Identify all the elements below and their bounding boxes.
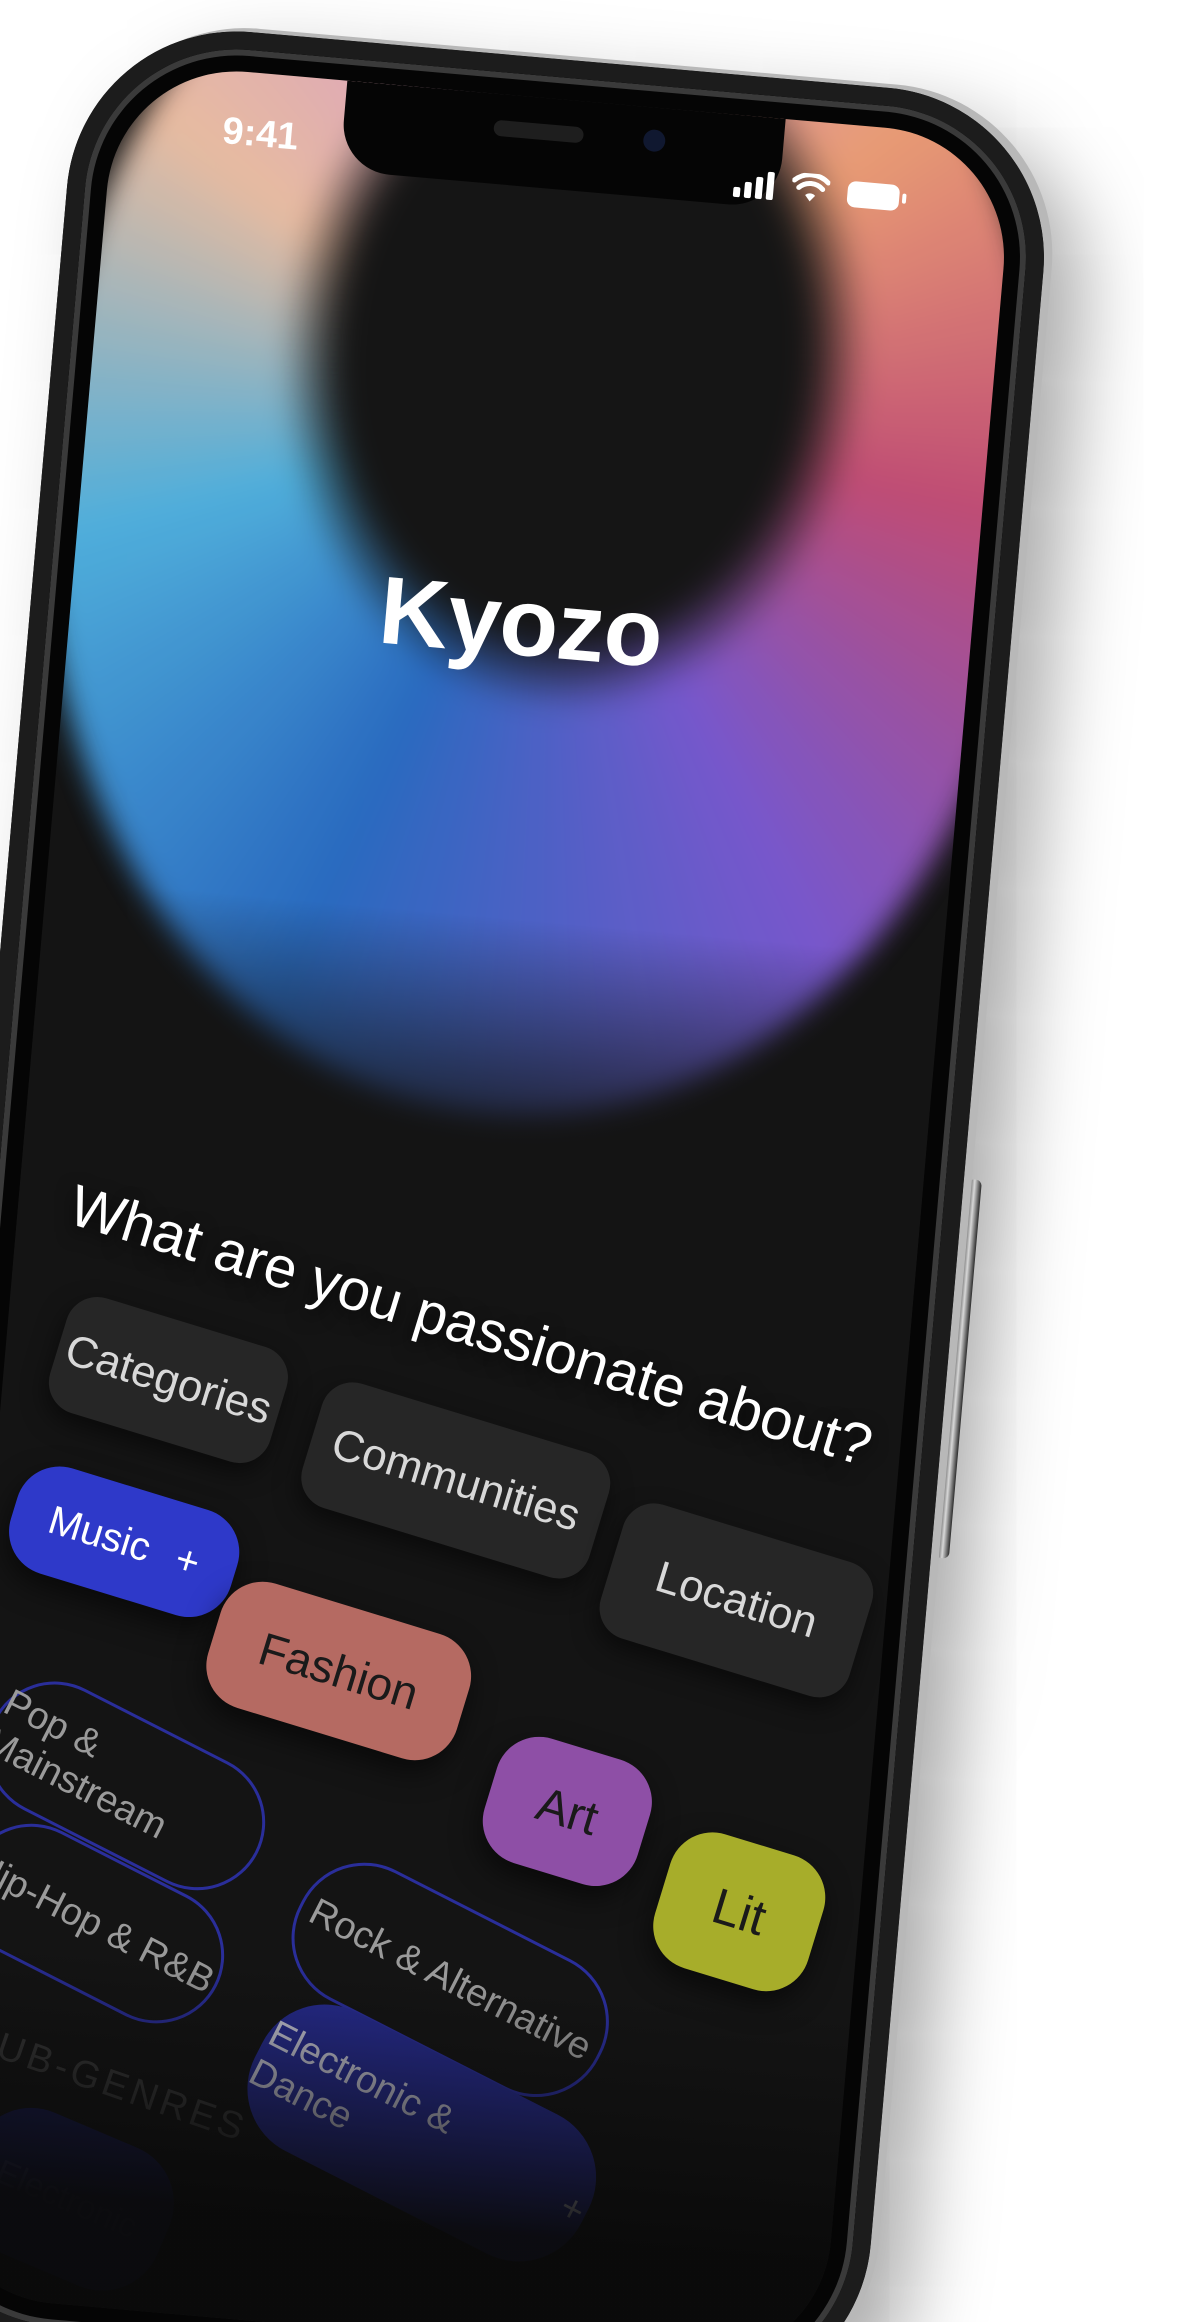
phone-device: 9:41 Kyozo What are you passionate about…	[0, 17, 1059, 2322]
category-chip-label: Art	[530, 1777, 605, 1846]
filter-tab-location[interactable]: Location	[591, 1495, 882, 1706]
category-chip-lit[interactable]: Lit	[642, 1821, 837, 2003]
stage: 9:41 Kyozo What are you passionate about…	[0, 0, 1200, 2322]
cellular-signal-icon	[732, 167, 775, 201]
status-time: 9:41	[220, 110, 301, 159]
wifi-icon	[791, 172, 831, 202]
category-chip-label: Lit	[705, 1877, 773, 1947]
category-chip-label: Fashion	[252, 1622, 425, 1720]
plus-icon: +	[170, 1536, 206, 1586]
filter-tab-categories[interactable]: Categories	[40, 1289, 296, 1472]
phone-screen: 9:41 Kyozo What are you passionate about…	[0, 60, 1015, 2322]
filter-tab-communities[interactable]: Communities	[293, 1374, 619, 1587]
category-chip-fashion[interactable]: Fashion	[195, 1570, 483, 1772]
battery-icon	[846, 180, 901, 212]
side-button	[934, 1178, 982, 1559]
category-chip-label: Music	[43, 1497, 157, 1571]
plus-icon: +	[553, 2185, 592, 2233]
status-icons	[732, 167, 901, 212]
category-chip-art[interactable]: Art	[471, 1725, 663, 1897]
sub-genre-chip-label: Electronic	[0, 2152, 143, 2246]
